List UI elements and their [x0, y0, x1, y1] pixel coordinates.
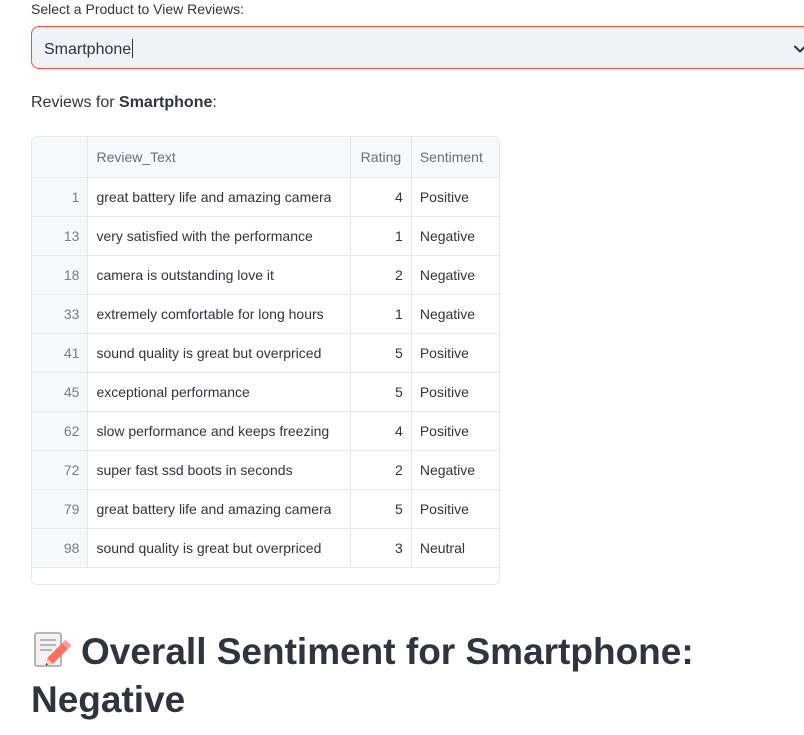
rating-cell[interactable]: 2 [350, 450, 412, 490]
sentiment-cell[interactable]: Neutral [411, 528, 499, 568]
table-row[interactable]: 72 super fast ssd boots in seconds 2 Negati… [32, 450, 499, 490]
review-text-cell[interactable]: sound quality is great but overpriced [87, 333, 351, 373]
review-text-cell[interactable]: exceptional performance [87, 372, 351, 412]
table-row[interactable]: 41 sound quality is great but overpriced 5… [32, 333, 499, 373]
memo-icon [34, 632, 71, 667]
review-text-cell[interactable]: very satisfied with the performance [87, 216, 351, 256]
reviews-heading: Reviews for Smartphone: [31, 93, 217, 113]
product-select-text: Smartphone [44, 41, 132, 58]
overall-sentiment-title: Overall Sentiment for Smartphone: [81, 631, 694, 672]
review-text-cell[interactable]: great battery life and amazing camera [87, 489, 351, 529]
review-text-cell[interactable]: extremely comfortable for long hours [87, 294, 351, 334]
reviews-grid: Review_Text Rating Sentiment 1 great batt… [32, 137, 499, 568]
rating-cell[interactable]: 2 [350, 255, 412, 295]
table-row[interactable]: 13 very satisfied with the performance 1 Ne… [32, 216, 499, 256]
overall-sentiment-value: Negative [31, 679, 186, 720]
column-header-rating[interactable]: Rating [350, 137, 412, 178]
sentiment-cell[interactable]: Negative [411, 216, 499, 256]
row-index-cell[interactable]: 79 [32, 489, 89, 529]
product-select-label: Select a Product to View Reviews: [31, 1, 244, 17]
rating-cell[interactable]: 5 [350, 372, 412, 412]
column-header-sentiment[interactable]: Sentiment [411, 137, 499, 178]
table-row[interactable]: 33 extremely comfortable for long hours 1 N… [32, 294, 499, 334]
sentiment-cell[interactable]: Negative [411, 450, 499, 490]
reviews-heading-product: Smartphone [119, 94, 213, 111]
chevron-down-icon[interactable] [790, 39, 804, 59]
review-text-cell[interactable]: great battery life and amazing camera [87, 177, 351, 217]
review-text-cell[interactable]: super fast ssd boots in seconds [87, 450, 351, 490]
table-row[interactable]: 98 sound quality is great but overpriced 3… [32, 528, 499, 568]
sentiment-cell[interactable]: Negative [411, 294, 499, 334]
column-header-index [32, 137, 89, 178]
table-row[interactable]: 62 slow performance and keeps freezing 4 Po… [32, 411, 499, 451]
product-select[interactable]: Smartphone [31, 26, 804, 69]
review-text-cell[interactable]: camera is outstanding love it [87, 255, 351, 295]
table-body: 1 great battery life and amazing camera 4 P… [32, 177, 499, 568]
column-header-review-text[interactable]: Review_Text [87, 137, 351, 178]
app-root: Select a Product to View Reviews: Smartp… [0, 0, 804, 735]
sentiment-cell[interactable]: Positive [411, 333, 499, 373]
sentiment-cell[interactable]: Positive [411, 489, 499, 529]
row-index-cell[interactable]: 45 [32, 372, 89, 412]
rating-cell[interactable]: 4 [350, 177, 412, 217]
row-index-cell[interactable]: 62 [32, 411, 89, 451]
reviews-heading-suffix: : [212, 94, 217, 111]
table-header-row: Review_Text Rating Sentiment [32, 137, 499, 178]
reviews-heading-prefix: Reviews for [31, 94, 120, 111]
review-text-cell[interactable]: slow performance and keeps freezing [87, 411, 351, 451]
row-index-cell[interactable]: 72 [32, 450, 89, 490]
table-row[interactable]: 79 great battery life and amazing camera 5… [32, 489, 499, 529]
row-index-cell[interactable]: 13 [32, 216, 89, 256]
reviews-table[interactable]: Review_Text Rating Sentiment 1 great batt… [31, 136, 500, 585]
table-row[interactable]: 18 camera is outstanding love it 2 Negative [32, 255, 499, 295]
table-row[interactable]: 1 great battery life and amazing camera 4 P… [32, 177, 499, 217]
sentiment-cell[interactable]: Positive [411, 411, 499, 451]
text-cursor [132, 39, 134, 58]
product-select-value[interactable]: Smartphone [44, 39, 134, 60]
row-index-cell[interactable]: 41 [32, 333, 89, 373]
rating-cell[interactable]: 3 [350, 528, 412, 568]
row-index-cell[interactable]: 18 [32, 255, 89, 295]
row-index-cell[interactable]: 98 [32, 528, 89, 568]
sentiment-cell[interactable]: Positive [411, 372, 499, 412]
table-row[interactable]: 45 exceptional performance 5 Positive [32, 372, 499, 412]
rating-cell[interactable]: 1 [350, 216, 412, 256]
rating-cell[interactable]: 1 [350, 294, 412, 334]
sentiment-cell[interactable]: Positive [411, 177, 499, 217]
rating-cell[interactable]: 5 [350, 333, 412, 373]
review-text-cell[interactable]: sound quality is great but overpriced [87, 528, 351, 568]
row-index-cell[interactable]: 1 [32, 177, 89, 217]
overall-sentiment-heading: Overall Sentiment for Smartphone: Negati… [31, 628, 771, 724]
sentiment-cell[interactable]: Negative [411, 255, 499, 295]
rating-cell[interactable]: 5 [350, 489, 412, 529]
rating-cell[interactable]: 4 [350, 411, 412, 451]
row-index-cell[interactable]: 33 [32, 294, 89, 334]
